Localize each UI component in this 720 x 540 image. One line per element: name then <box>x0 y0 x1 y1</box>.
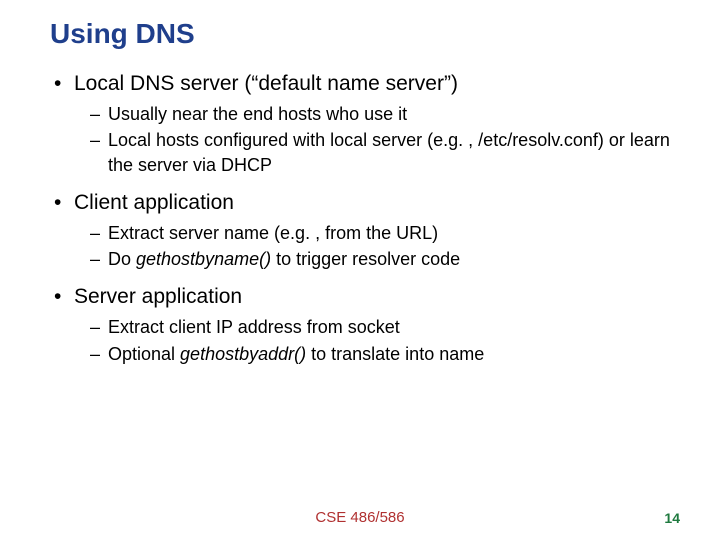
bullet-l1: Local DNS server (“default name server”) <box>54 72 670 96</box>
slide-title: Using DNS <box>50 18 670 50</box>
bullet-l1: Client application <box>54 191 670 215</box>
bullet-l2: Extract client IP address from socket <box>90 315 670 339</box>
bullet-l2: Do gethostbyname() to trigger resolver c… <box>90 247 670 271</box>
bullet-l2: Optional gethostbyaddr() to translate in… <box>90 342 670 366</box>
bullet-l2: Local hosts configured with local server… <box>90 128 670 177</box>
footer-page-number: 14 <box>664 510 680 526</box>
footer-course: CSE 486/586 <box>0 509 720 526</box>
bullet-l2: Usually near the end hosts who use it <box>90 102 670 126</box>
bullet-l2: Extract server name (e.g. , from the URL… <box>90 221 670 245</box>
slide-content: Using DNS Local DNS server (“default nam… <box>0 0 720 366</box>
bullet-list: Local DNS server (“default name server”)… <box>50 72 670 366</box>
bullet-l1: Server application <box>54 285 670 309</box>
